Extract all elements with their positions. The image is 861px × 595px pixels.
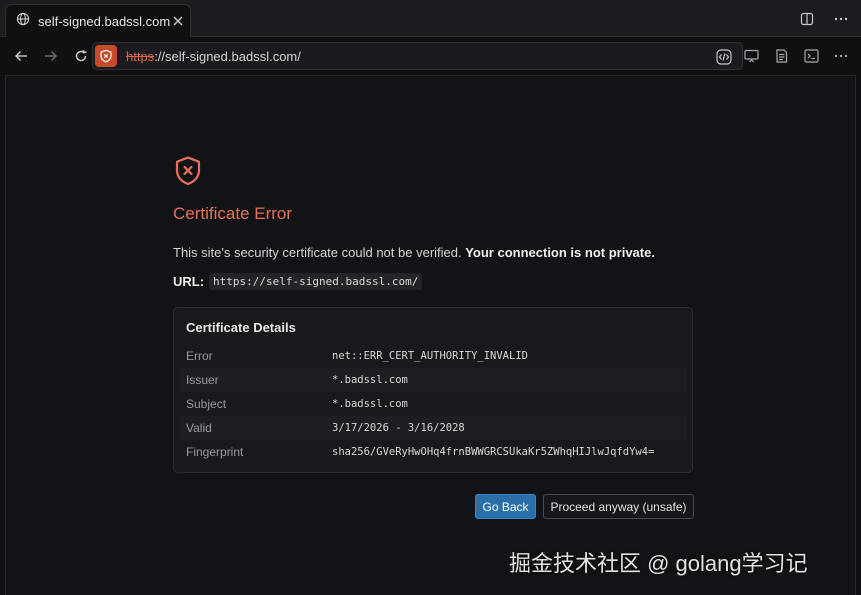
address-url: https://self-signed.badssl.com/ bbox=[126, 49, 301, 64]
more-icon[interactable] bbox=[831, 46, 851, 66]
url-label: URL: bbox=[173, 274, 205, 289]
detail-row-subject: Subject *.badssl.com bbox=[180, 392, 687, 416]
error-shield-icon bbox=[174, 155, 202, 192]
url-scheme: https bbox=[126, 48, 155, 64]
page-title: Certificate Error bbox=[173, 204, 293, 223]
split-view-icon[interactable] bbox=[797, 9, 817, 29]
url-line: URL: https://self-signed.badssl.com/ bbox=[173, 273, 423, 290]
detail-row-error: Error net::ERR_CERT_AUTHORITY_INVALID bbox=[180, 344, 687, 368]
site-shield-icon[interactable] bbox=[95, 45, 117, 67]
close-icon[interactable] bbox=[170, 8, 186, 34]
go-back-button[interactable]: Go Back bbox=[475, 494, 536, 519]
detail-key: Subject bbox=[186, 397, 227, 411]
error-message-bold: Your connection is not private. bbox=[465, 245, 655, 260]
detail-key: Fingerprint bbox=[186, 445, 244, 459]
error-message: This site's security certificate could n… bbox=[173, 245, 655, 260]
detail-key: Error bbox=[186, 349, 213, 363]
reload-icon[interactable] bbox=[70, 45, 92, 67]
detail-value: sha256/GVeRyHwOHq4frnBWWGRCSUkaKr5ZWhqHI… bbox=[332, 446, 655, 458]
back-icon[interactable] bbox=[10, 45, 32, 67]
watermark: 掘金技术社区 @ golang学习记 bbox=[509, 551, 808, 576]
url-value: https://self-signed.badssl.com/ bbox=[209, 273, 423, 290]
code-icon[interactable] bbox=[714, 47, 734, 67]
proceed-anyway-button[interactable]: Proceed anyway (unsafe) bbox=[543, 494, 694, 519]
certificate-details-title: Certificate Details bbox=[186, 320, 296, 335]
forward-icon[interactable] bbox=[40, 45, 62, 67]
error-message-text: This site's security certificate could n… bbox=[173, 245, 466, 260]
globe-icon bbox=[16, 12, 30, 31]
detail-value: *.badssl.com bbox=[332, 398, 408, 410]
tab-active[interactable]: self-signed.badssl.com bbox=[5, 4, 191, 37]
url-rest: ://self-signed.badssl.com/ bbox=[154, 48, 301, 64]
tab-title: self-signed.badssl.com bbox=[38, 13, 171, 29]
toolbar: https://self-signed.badssl.com/ bbox=[0, 37, 861, 75]
page-content: Certificate Error This site's security c… bbox=[5, 75, 856, 595]
reader-icon[interactable] bbox=[771, 46, 791, 66]
detail-value: net::ERR_CERT_AUTHORITY_INVALID bbox=[332, 350, 528, 362]
detail-key: Issuer bbox=[186, 373, 219, 387]
detail-value: 3/17/2026 - 3/16/2028 bbox=[332, 422, 465, 434]
terminal-icon[interactable] bbox=[801, 46, 821, 66]
detail-row-valid: Valid 3/17/2026 - 3/16/2028 bbox=[180, 416, 687, 440]
tab-strip: self-signed.badssl.com bbox=[0, 0, 861, 37]
certificate-details-card: Certificate Details Error net::ERR_CERT_… bbox=[173, 307, 693, 473]
detail-row-issuer: Issuer *.badssl.com bbox=[180, 368, 687, 392]
cast-icon[interactable] bbox=[741, 46, 761, 66]
certificate-details-table: Error net::ERR_CERT_AUTHORITY_INVALID Is… bbox=[180, 344, 687, 464]
detail-value: *.badssl.com bbox=[332, 374, 408, 386]
detail-key: Valid bbox=[186, 421, 212, 435]
more-icon[interactable] bbox=[831, 9, 851, 29]
detail-row-fingerprint: Fingerprint sha256/GVeRyHwOHq4frnBWWGRCS… bbox=[180, 440, 687, 464]
address-bar[interactable]: https://self-signed.badssl.com/ bbox=[92, 42, 743, 70]
